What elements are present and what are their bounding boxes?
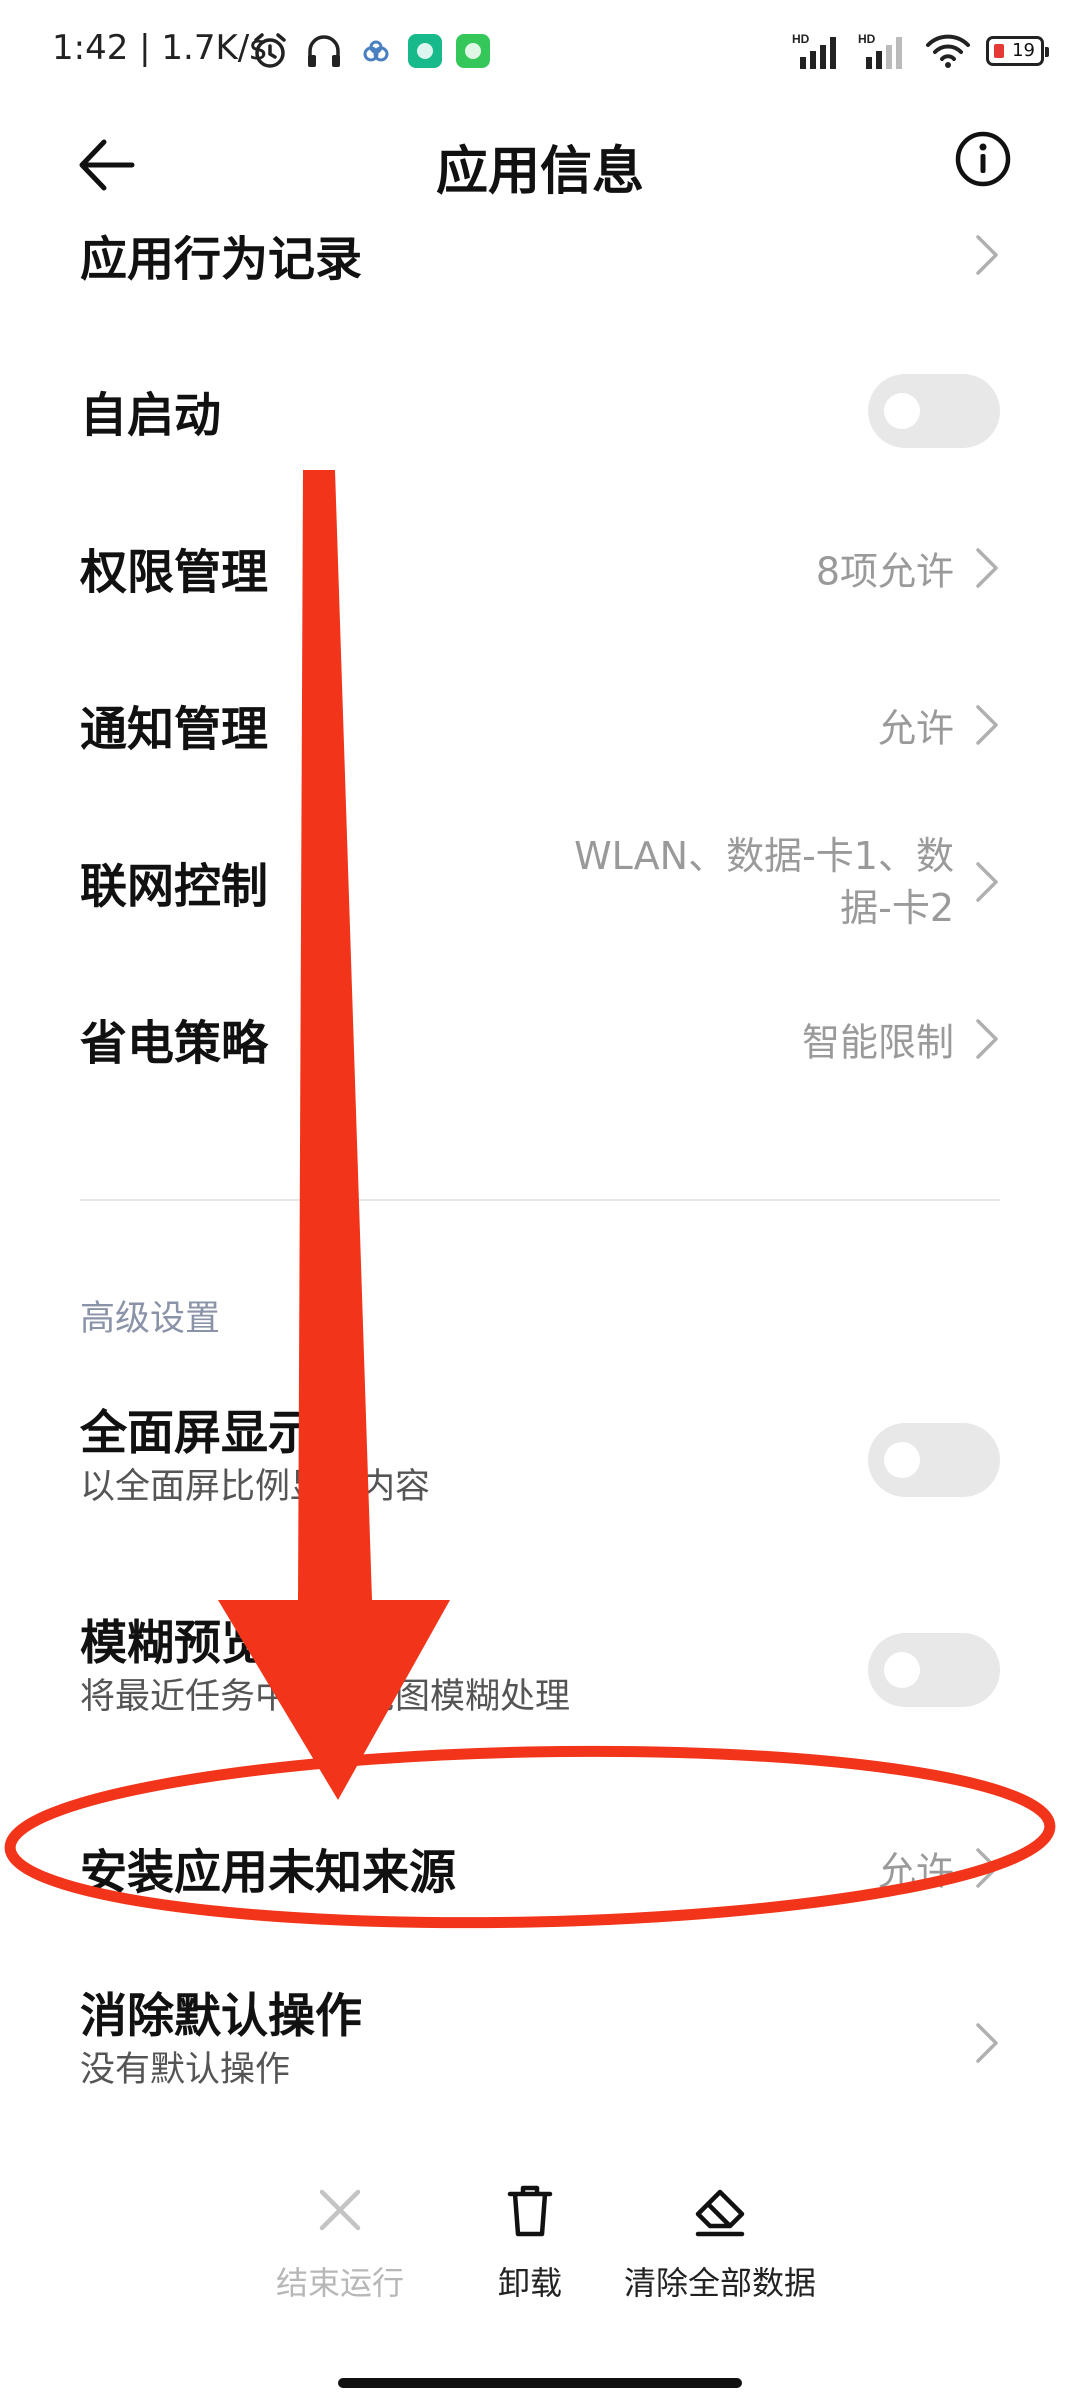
status-bar: 1:42 | 1.7K/s HD HD 19 — [0, 0, 1080, 104]
signal-hd-label: HD — [792, 32, 810, 46]
chevron-right-icon — [976, 548, 998, 588]
list-item-autostart[interactable]: 自启动 — [80, 351, 1000, 471]
autostart-toggle[interactable] — [868, 374, 1000, 448]
notifications-value: 允许 — [877, 706, 954, 751]
list-item-label: 安装应用未知来源 — [80, 1845, 456, 1901]
list-item-label: 自启动 — [80, 388, 221, 444]
list-item-label: 全面屏显示 — [80, 1406, 315, 1461]
signal-icon: HD — [792, 32, 836, 69]
chevron-right-icon — [976, 235, 998, 275]
chat-app-icon — [456, 34, 490, 68]
clear-data-button[interactable]: 清除全部数据 — [600, 2180, 840, 2304]
clear-data-label: 清除全部数据 — [623, 2264, 816, 2302]
list-item-notifications[interactable]: 通知管理 允许 — [80, 665, 1000, 785]
list-item-unknown-sources[interactable]: 安装应用未知来源 允许 — [80, 1808, 1000, 1928]
chevron-right-icon — [976, 705, 998, 745]
list-item-label: 应用行为记录 — [80, 232, 362, 288]
info-icon[interactable] — [954, 130, 1012, 188]
list-item-subtitle: 将最近任务中的预览图模糊处理 — [80, 1677, 571, 1717]
list-item-clear-defaults[interactable]: 消除默认操作 没有默认操作 — [80, 1953, 1000, 2133]
network-control-value: WLAN、数据-卡1、数 据-卡2 — [574, 830, 954, 934]
page-title: 应用信息 — [435, 142, 644, 202]
divider — [80, 1199, 1000, 1201]
alarm-icon — [254, 33, 286, 68]
eraser-icon — [695, 2189, 745, 2237]
fullscreen-toggle[interactable] — [868, 1423, 1000, 1497]
list-item-label: 消除默认操作 — [80, 1989, 362, 2044]
signal-icon-2: HD — [858, 32, 902, 69]
toggle-knob — [884, 1652, 920, 1688]
list-item-network-control[interactable]: 联网控制 WLAN、数据-卡1、数 据-卡2 — [80, 822, 1000, 942]
status-left-icons — [250, 28, 490, 74]
bottom-action-bar: 结束运行 卸载 清除全部数据 — [0, 2180, 1080, 2330]
headphones-icon — [308, 35, 340, 67]
security-app-icon — [408, 34, 442, 68]
list-item-label: 联网控制 — [80, 859, 268, 915]
list-item-label: 模糊预览 — [80, 1616, 268, 1671]
list-item-label: 权限管理 — [80, 545, 268, 601]
list-item-subtitle: 以全面屏比例显示内容 — [80, 1467, 431, 1507]
home-indicator[interactable] — [338, 2378, 742, 2388]
signal-hd-label-2: HD — [858, 32, 876, 46]
network-value-line2: 据-卡2 — [840, 886, 954, 930]
list-item-label: 省电策略 — [80, 1016, 268, 1072]
chevron-right-icon — [976, 862, 998, 902]
list-item-battery-saver[interactable]: 省电策略 智能限制 — [80, 979, 1000, 1099]
chevron-right-icon — [976, 1019, 998, 1059]
list-item-blur-preview[interactable]: 模糊预览 将最近任务中的预览图模糊处理 — [80, 1580, 1000, 1760]
unknown-sources-value: 允许 — [877, 1849, 954, 1894]
list-item-label: 通知管理 — [80, 702, 268, 758]
section-header-advanced: 高级设置 — [80, 1299, 221, 1339]
permissions-value: 8项允许 — [815, 549, 954, 594]
blur-preview-toggle[interactable] — [868, 1633, 1000, 1707]
chevron-right-icon — [976, 1848, 998, 1888]
toggle-knob — [884, 393, 920, 429]
status-right-icons: HD HD 19 — [792, 26, 1049, 76]
chevron-right-icon — [976, 2023, 998, 2063]
list-item-behavior-record[interactable]: 应用行为记录 — [80, 195, 1000, 315]
cloud-icon — [363, 40, 389, 62]
battery-saver-value: 智能限制 — [801, 1020, 954, 1065]
status-time-speed: 1:42 | 1.7K/s — [52, 28, 267, 68]
list-item-permissions[interactable]: 权限管理 8项允许 — [80, 508, 1000, 628]
toggle-knob — [884, 1442, 920, 1478]
list-item-fullscreen[interactable]: 全面屏显示 以全面屏比例显示内容 — [80, 1370, 1000, 1550]
wifi-icon — [926, 34, 970, 68]
list-item-subtitle: 没有默认操作 — [80, 2050, 291, 2090]
battery-indicator: 19 — [986, 36, 1049, 66]
network-value-line1: WLAN、数据-卡1、数 — [574, 834, 954, 878]
close-icon — [319, 2189, 361, 2231]
trash-icon — [507, 2185, 553, 2237]
